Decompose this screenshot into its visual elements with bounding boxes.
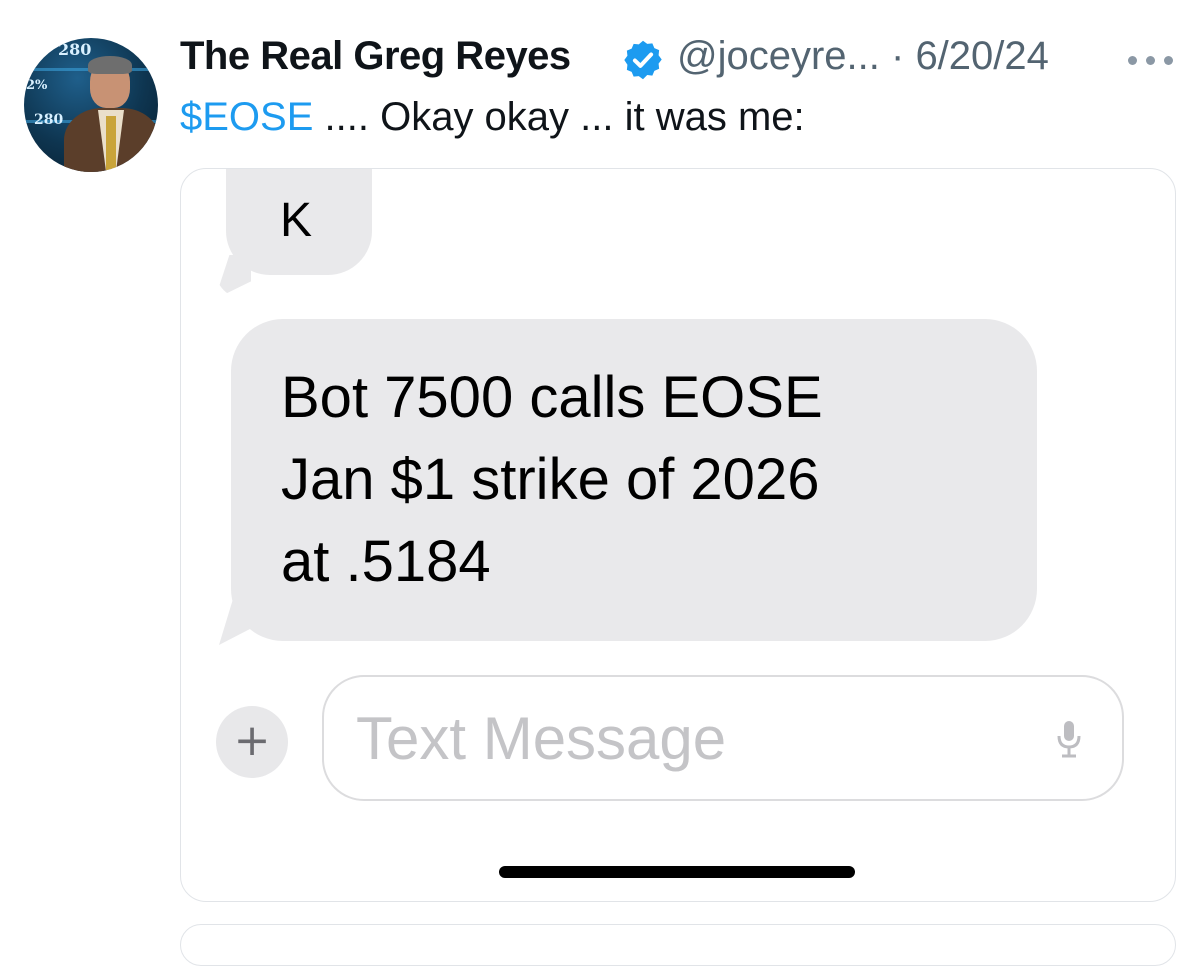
plus-icon: + bbox=[216, 706, 288, 778]
avatar-ticker-text: 280 bbox=[34, 112, 64, 128]
more-options-icon[interactable] bbox=[1128, 56, 1174, 68]
text-message-field: Text Message bbox=[322, 675, 1124, 801]
message-text-line: Jan $1 strike of 2026 bbox=[281, 447, 820, 512]
message-text-line: at .5184 bbox=[281, 529, 491, 594]
author-avatar[interactable]: 280 2% 280 bbox=[24, 38, 158, 172]
message-bubble: Bot 7500 calls EOSE Jan $1 strike of 202… bbox=[231, 319, 1037, 641]
tweet-media-image[interactable]: K Bot 7500 calls EOSE Jan $1 strike of 2… bbox=[180, 168, 1176, 902]
home-indicator bbox=[499, 866, 855, 878]
tweet-text-body: .... Okay okay ... it was me: bbox=[313, 95, 805, 139]
author-handle-date[interactable]: @joceyre... · 6/20/24 bbox=[677, 34, 1049, 79]
cashtag-link[interactable]: $EOSE bbox=[180, 95, 313, 139]
microphone-icon bbox=[1057, 721, 1081, 758]
message-bubble: K bbox=[226, 169, 372, 275]
avatar-ticker-text: 280 bbox=[58, 40, 92, 59]
tweet-text: $EOSE .... Okay okay ... it was me: bbox=[180, 95, 805, 140]
author-name[interactable]: The Real Greg Reyes bbox=[180, 34, 571, 79]
message-text-line: Bot 7500 calls EOSE bbox=[281, 365, 823, 430]
verified-badge-icon bbox=[624, 40, 662, 80]
compose-placeholder: Text Message bbox=[356, 705, 727, 772]
next-tweet-card-edge bbox=[180, 924, 1176, 966]
message-text: K bbox=[280, 194, 313, 247]
avatar-ticker-text: 2% bbox=[26, 78, 48, 93]
